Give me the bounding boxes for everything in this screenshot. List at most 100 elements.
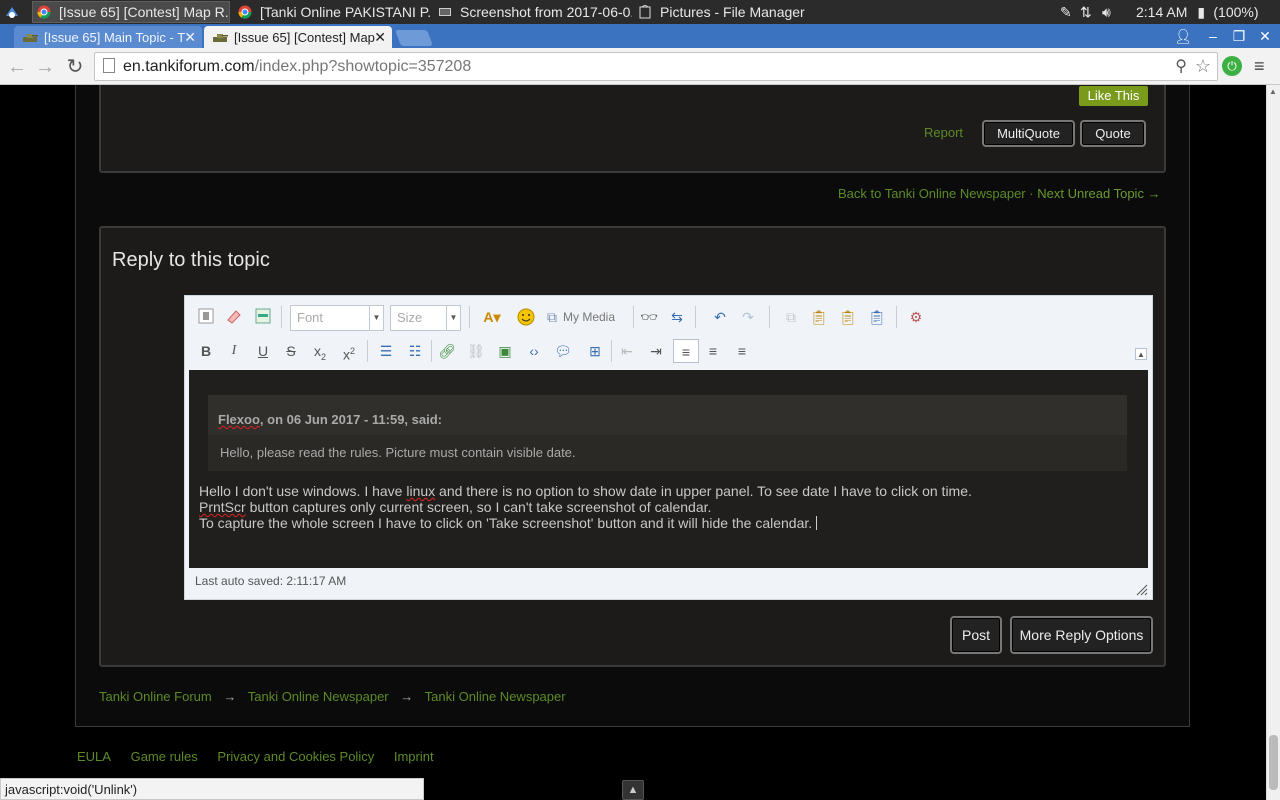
align-center-icon[interactable]: ≡ [704,342,722,360]
align-left-icon[interactable]: ≡ [673,339,699,363]
rich-text-editor: Font ▼ Size ▼ A▾ ⧉ My Media 👓︎ ⇆ ↶ ↷ ⧉ 📋︎ … [184,295,1153,600]
browser-toolbar: ← → ↻ en.tankiforum.com/index.php?showto… [0,48,1280,85]
reload-icon[interactable]: ↻ [62,54,88,80]
code-icon[interactable]: ‹› [525,342,543,360]
minimize-icon[interactable]: – [1200,26,1226,46]
autosave-icon[interactable]: ⚙︎ [907,308,925,326]
task-file-manager[interactable]: Pictures - File Manager [634,1,830,23]
scroll-up-icon[interactable]: ▲ [1269,87,1277,96]
link-icon[interactable]: 🔗︎ [438,342,456,360]
undo-icon[interactable]: ↶ [711,308,729,326]
zoom-icon[interactable]: ⚲ [1175,53,1187,80]
superscript-icon[interactable]: x2 [340,342,358,363]
more-reply-options-button[interactable]: More Reply Options [1010,616,1153,654]
post-button[interactable]: Post [950,616,1002,654]
network-icon[interactable]: ⇅ [1080,4,1102,21]
reply-text-line-2: PrntScr button captures only current scr… [199,499,711,515]
source-mode-icon[interactable] [197,308,215,326]
task-label: [Tanki Online PAKISTANI P... [260,4,430,20]
numbered-list-icon[interactable]: ☷ [406,342,424,360]
address-bar[interactable]: en.tankiforum.com/index.php?showtopic=35… [94,52,1218,81]
footer-link-eula[interactable]: EULA [77,749,111,764]
editor-content-area[interactable]: Flexoo, on 06 Jun 2017 - 11:59, said: He… [189,370,1148,568]
task-chrome-pakistani[interactable]: [Tanki Online PAKISTANI P... [234,1,430,23]
my-media-icon[interactable]: ⧉ [545,308,559,326]
scroll-to-top-icon[interactable]: ▲ [622,780,644,800]
like-button[interactable]: Like This [1079,86,1148,106]
page-scrollbar[interactable]: ▲ [1266,85,1280,800]
browser-menu-icon[interactable]: ≡ [1254,56,1265,77]
extension-icon[interactable]: ⏻ [1222,56,1242,76]
replace-icon[interactable]: ⇆ [668,308,686,326]
image-viewer-icon [439,8,451,16]
report-link[interactable]: Report [924,125,963,140]
close-window-icon[interactable]: ✕ [1252,26,1278,46]
bold-icon[interactable]: B [197,342,215,360]
nav-separator: · [1029,186,1034,201]
task-chrome-contest[interactable]: [Issue 65] [Contest] Map R... [32,1,230,23]
breadcrumb-item[interactable]: Tanki Online Forum [99,689,212,704]
strikethrough-icon[interactable]: S [282,342,300,360]
unlink-icon[interactable]: ⛓︎ [467,342,485,360]
multiquote-button[interactable]: MultiQuote [982,120,1075,147]
quote-meta: , on 06 Jun 2017 - 11:59, said: [259,412,442,427]
restore-icon[interactable]: ❐ [1226,26,1252,46]
redo-icon[interactable]: ↷ [739,308,757,326]
find-icon[interactable]: 👓︎ [640,308,658,326]
font-select[interactable]: Font ▼ [290,305,384,331]
forward-icon[interactable]: → [32,54,58,80]
template-icon[interactable] [254,308,272,326]
reply-text-line-3: To capture the whole screen I have to cl… [199,515,818,531]
text-color-icon[interactable]: A▾ [479,308,505,326]
footer-link-imprint[interactable]: Imprint [394,749,434,764]
underline-icon[interactable]: U [254,342,272,360]
indent-icon[interactable]: ⇥ [647,342,665,360]
image-icon[interactable]: ▣ [496,342,514,360]
breadcrumb-item[interactable]: Tanki Online Newspaper [248,689,389,704]
tab-label: [Issue 65] [Contest] Map [234,29,375,45]
bulleted-list-icon[interactable]: ☰ [377,342,395,360]
quote-icon[interactable]: 💬︎ [554,342,572,360]
chrome-icon [238,5,252,19]
close-tab-icon[interactable]: ✕ [374,29,386,46]
remove-format-icon[interactable] [225,308,243,326]
next-unread-topic-link[interactable]: Next Unread Topic → [1037,186,1160,201]
copy-icon[interactable]: ⧉ [782,308,800,326]
task-screenshot[interactable]: Screenshot from 2017-06-0... [434,1,632,23]
user-profile-icon[interactable]: 👤︎ [1170,26,1196,46]
note-icon[interactable]: ✎ [1060,4,1080,21]
tab-contest-map[interactable]: [Issue 65] [Contest] Map ✕ [204,26,392,48]
text-cursor [816,516,818,530]
tab-main-topic[interactable]: [Issue 65] Main Topic - T ✕ [14,26,202,48]
collapse-toolbar-icon[interactable]: ▲ [1135,348,1147,360]
footer-link-game-rules[interactable]: Game rules [131,749,198,764]
resize-handle-icon[interactable] [1136,583,1148,596]
my-media-button[interactable]: My Media [563,310,615,324]
subscript-icon[interactable]: x2 [311,342,329,362]
align-right-icon[interactable]: ≡ [733,342,751,360]
scrollbar-thumb[interactable] [1269,735,1278,790]
volume-icon[interactable]: 🔊︎ [1102,4,1128,21]
bookmark-star-icon[interactable]: ☆ [1195,53,1211,80]
breadcrumb-item[interactable]: Tanki Online Newspaper [425,689,566,704]
chevron-down-icon: ▼ [369,306,383,330]
emoticon-icon[interactable] [517,308,535,326]
italic-icon[interactable]: I [225,342,243,360]
clock[interactable]: 2:14 AM [1136,4,1187,20]
paste-text-icon[interactable]: 📋︎ [839,308,857,326]
footer-link-privacy[interactable]: Privacy and Cookies Policy [217,749,374,764]
size-select-value: Size [397,310,423,325]
paste-word-icon[interactable]: 📋︎ [868,308,886,326]
quote-text: Hello, please read the rules. Picture mu… [220,445,576,460]
battery-icon[interactable]: ▮ [1197,4,1211,21]
spoiler-icon[interactable]: ⊞ [586,342,604,360]
back-icon[interactable]: ← [4,54,30,80]
new-tab-button[interactable] [395,30,433,46]
close-tab-icon[interactable]: ✕ [184,29,196,46]
outdent-icon[interactable]: ⇤ [618,342,636,360]
quote-button[interactable]: Quote [1080,120,1146,147]
back-to-forum-link[interactable]: Back to Tanki Online Newspaper [838,186,1026,201]
app-menu-icon[interactable] [4,4,20,20]
paste-icon[interactable]: 📋︎ [810,308,828,326]
size-select[interactable]: Size ▼ [390,305,461,331]
